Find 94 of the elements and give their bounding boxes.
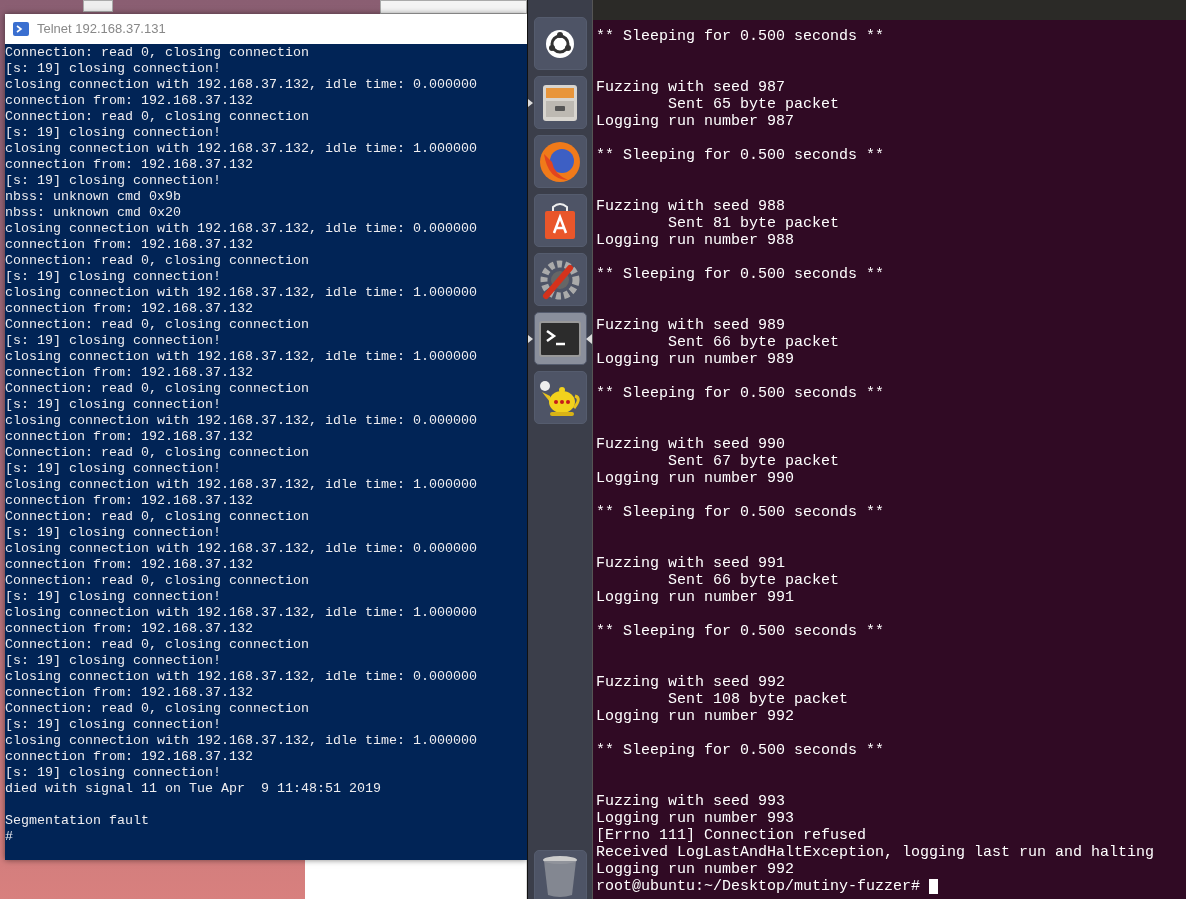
console-line: Fuzzing with seed 993 bbox=[596, 793, 786, 810]
console-line: connection from: 192.168.37.132 bbox=[5, 621, 253, 637]
console-line: [s: 19] closing connection! bbox=[5, 269, 221, 285]
console-line: connection from: 192.168.37.132 bbox=[5, 493, 253, 509]
console-line: [s: 19] closing connection! bbox=[5, 653, 221, 669]
launcher-button[interactable] bbox=[533, 76, 587, 129]
console-line: [s: 19] closing connection! bbox=[5, 61, 221, 77]
prompt-icon bbox=[13, 22, 29, 36]
console-line: Fuzzing with seed 989 bbox=[596, 317, 786, 334]
console-line: Connection: read 0, closing connection bbox=[5, 637, 309, 653]
launcher-button[interactable] bbox=[533, 17, 587, 70]
console-line: Received LogLastAndHaltException, logging last run and halting bbox=[596, 844, 1155, 861]
console-line: Connection: read 0, closing connection bbox=[5, 45, 309, 61]
console-line: Sent 65 byte packet bbox=[667, 96, 840, 113]
console-line: Sent 81 byte packet bbox=[667, 215, 840, 232]
console-line: [s: 19] closing connection! bbox=[5, 333, 221, 349]
console-line: [s: 19] closing connection! bbox=[5, 125, 221, 141]
launcher-button[interactable] bbox=[533, 312, 587, 365]
console-line: Connection: read 0, closing connection bbox=[5, 381, 309, 397]
console-line: Fuzzing with seed 988 bbox=[596, 198, 786, 215]
console-line: closing connection with 192.168.37.132, idle time: 1.000000 bbox=[5, 285, 477, 301]
console-line: ** Sleeping for 0.500 seconds ** bbox=[596, 385, 885, 402]
console-line: Logging run number 988 bbox=[596, 232, 795, 249]
console-line: Connection: read 0, closing connection bbox=[5, 445, 309, 461]
console-line: closing connection with 192.168.37.132, idle time: 1.000000 bbox=[5, 141, 477, 157]
console-line: closing connection with 192.168.37.132, idle time: 0.000000 bbox=[5, 541, 477, 557]
console-line: [s: 19] closing connection! bbox=[5, 173, 221, 189]
console-line: nbss: unknown cmd 0x9b bbox=[5, 189, 181, 205]
console-line: Logging run number 989 bbox=[596, 351, 795, 368]
console-line: ** Sleeping for 0.500 seconds ** bbox=[596, 147, 885, 164]
console-line: connection from: 192.168.37.132 bbox=[5, 685, 253, 701]
console-line: died with signal 11 on Tue Apr 9 11:48:51 2019 bbox=[5, 781, 381, 797]
console-line: nbss: unknown cmd 0x20 bbox=[5, 205, 181, 221]
console-line: closing connection with 192.168.37.132, idle time: 0.000000 bbox=[5, 669, 477, 685]
console-line: # bbox=[5, 829, 13, 845]
circle-logo-icon bbox=[545, 28, 575, 59]
console-line: ** Sleeping for 0.500 seconds ** bbox=[596, 623, 885, 640]
console-line: Fuzzing with seed 992 bbox=[596, 674, 786, 691]
console-line: connection from: 192.168.37.132 bbox=[5, 365, 253, 381]
console-line: Fuzzing with seed 991 bbox=[596, 555, 786, 572]
console-line: Segmentation fault bbox=[5, 813, 149, 829]
console-line: [s: 19] closing connection! bbox=[5, 525, 221, 541]
launcher-button[interactable] bbox=[533, 850, 587, 899]
console-line: Logging run number 991 bbox=[596, 589, 795, 606]
console-line: Logging run number 993 bbox=[596, 810, 795, 827]
console-line: Logging run number 992 bbox=[596, 708, 795, 725]
file-cabinet-icon bbox=[540, 82, 580, 123]
console-line: connection from: 192.168.37.132 bbox=[5, 749, 253, 765]
console-line: Connection: read 0, closing connection bbox=[5, 701, 309, 717]
console-line: Fuzzing with seed 987 bbox=[596, 79, 786, 96]
console-line: Sent 66 byte packet bbox=[667, 334, 840, 351]
console-line: Sent 66 byte packet bbox=[667, 572, 840, 589]
console-line: connection from: 192.168.37.132 bbox=[5, 301, 253, 317]
console-line: Logging run number 992 bbox=[596, 861, 795, 878]
fox-globe-icon bbox=[538, 139, 582, 184]
shell-prompt: root@ubuntu:~/Desktop/mutiny-fuzzer# bbox=[596, 878, 921, 895]
console-line: closing connection with 192.168.37.132, idle time: 1.000000 bbox=[5, 477, 477, 493]
console-line: closing connection with 192.168.37.132, idle time: 1.000000 bbox=[5, 349, 477, 365]
console-line: [Errno 111] Connection refused bbox=[596, 827, 867, 844]
console-line: ** Sleeping for 0.500 seconds ** bbox=[596, 742, 885, 759]
console-line: Connection: read 0, closing connection bbox=[5, 509, 309, 525]
console-line: ** Sleeping for 0.500 seconds ** bbox=[596, 266, 885, 283]
text-cursor bbox=[929, 879, 939, 894]
console-line: ** Sleeping for 0.500 seconds ** bbox=[596, 504, 885, 521]
console-line: Connection: read 0, closing connection bbox=[5, 573, 309, 589]
console-line: Sent 67 byte packet bbox=[667, 453, 840, 470]
console-line: Connection: read 0, closing connection bbox=[5, 317, 309, 333]
trash-can-icon bbox=[541, 854, 579, 899]
launcher-button[interactable] bbox=[533, 194, 587, 247]
terminal-icon bbox=[539, 320, 581, 357]
console-line: [s: 19] closing connection! bbox=[5, 717, 221, 733]
console-line: closing connection with 192.168.37.132, idle time: 0.000000 bbox=[5, 413, 477, 429]
console-line: Connection: read 0, closing connection bbox=[5, 109, 309, 125]
console-line: Sent 108 byte packet bbox=[667, 691, 849, 708]
console-line: [s: 19] closing connection! bbox=[5, 765, 221, 781]
console-line: Fuzzing with seed 990 bbox=[596, 436, 786, 453]
console-line: [s: 19] closing connection! bbox=[5, 397, 221, 413]
console-line: connection from: 192.168.37.132 bbox=[5, 557, 253, 573]
console-line: closing connection with 192.168.37.132, idle time: 0.000000 bbox=[5, 221, 477, 237]
console-line: closing connection with 192.168.37.132, idle time: 1.000000 bbox=[5, 733, 477, 749]
console-line: connection from: 192.168.37.132 bbox=[5, 237, 253, 253]
console-line: Connection: read 0, closing connection bbox=[5, 253, 309, 269]
console-line: [s: 19] closing connection! bbox=[5, 589, 221, 605]
console-line: Logging run number 990 bbox=[596, 470, 795, 487]
console-line: connection from: 192.168.37.132 bbox=[5, 429, 253, 445]
console-line: ** Sleeping for 0.500 seconds ** bbox=[596, 28, 885, 45]
console-line: connection from: 192.168.37.132 bbox=[5, 157, 253, 173]
window-title: Telnet 192.168.37.131 bbox=[37, 20, 166, 39]
console-line: closing connection with 192.168.37.132, idle time: 0.000000 bbox=[5, 77, 477, 93]
console-line: connection from: 192.168.37.132 bbox=[5, 93, 253, 109]
console-line: [s: 19] closing connection! bbox=[5, 461, 221, 477]
console-line: closing connection with 192.168.37.132, idle time: 1.000000 bbox=[5, 605, 477, 621]
console-line: Logging run number 987 bbox=[596, 113, 795, 130]
launcher-button[interactable] bbox=[533, 371, 587, 424]
